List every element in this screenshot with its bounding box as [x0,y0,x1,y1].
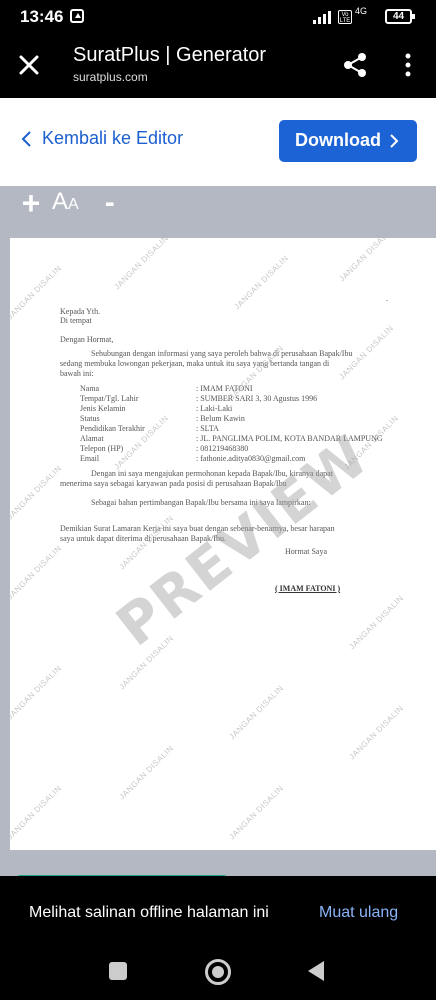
notification-icon [70,9,84,23]
offline-snackbar: Melihat salinan offline halaman ini Muat… [0,876,436,950]
watermark-tile: JANGAN DISALIN [10,663,64,722]
letter-preview: . Kepada Yth. Di tempat Dengan Hormat, S… [10,238,436,850]
letter-intro-2: sedang membuka lowongan pekerjaan, maka … [60,359,330,368]
zoom-in-button[interactable]: + [20,187,42,219]
letter-salutation: Dengan Hormat, [60,335,114,344]
font-size-small: A [68,195,79,213]
letter-place: Di tempat [60,316,92,325]
more-options-icon[interactable] [396,50,420,80]
share-icon[interactable] [340,50,370,80]
field-label: Telepon (HP) [80,444,124,453]
page-title: SuratPlus | Generator [73,44,267,66]
watermark-tile: JANGAN DISALIN [337,238,396,284]
watermark-tile: JANGAN DISALIN [117,743,176,802]
home-icon[interactable] [205,959,231,985]
field-label: Status [80,414,100,423]
watermark-tile: JANGAN DISALIN [10,543,64,602]
editor-toolbar: Kembali ke Editor Download [0,98,436,186]
battery-icon: 44 [385,9,415,24]
signal-icon [313,10,335,24]
back-to-editor-label: Kembali ke Editor [42,128,184,148]
app-bar: SuratPlus | Generator suratplus.com [0,34,436,98]
back-to-editor-link[interactable]: Kembali ke Editor [20,128,183,149]
field-label: Pendidikan Terakhir [80,424,145,433]
field-value: : Belum Kawin [196,414,245,423]
field-label: Tempat/Tgl. Lahir [80,394,139,403]
status-bar: 13:46 Vo LTE 4G 44 [0,0,436,34]
field-value: : 081219468380 [196,444,249,453]
zoom-controls: + AA - [20,186,115,220]
field-value: : SUMBER SARI 3, 30 Agustus 1996 [196,394,318,403]
reload-button[interactable]: Muat ulang [319,904,398,922]
watermark-tile: JANGAN DISALIN [10,783,64,842]
page-url: suratplus.com [73,70,148,84]
letter-signature: ( IMAM FATONI ) [275,584,341,593]
close-icon[interactable] [14,50,44,80]
watermark-tile: JANGAN DISALIN [10,263,64,322]
field-value: : Laki-Laki [196,404,233,413]
page-dot: . [386,294,388,303]
zoom-out-button[interactable]: - [105,188,115,218]
system-nav-bar [0,950,436,1000]
field-label: Jenis Kelamin [80,404,126,413]
letter-intro-1: Sehubungan dengan informasi yang saya pe… [91,349,353,358]
snackbar-message: Melihat salinan offline halaman ini [29,904,269,921]
download-button[interactable]: Download [279,120,417,162]
recents-icon[interactable] [109,962,127,980]
chevron-left-icon [21,130,31,147]
watermark-tile: JANGAN DISALIN [227,783,286,842]
back-icon[interactable] [308,961,324,981]
field-label: Email [80,454,100,463]
field-label: Alamat [80,434,104,443]
signal-icon-2 [355,10,377,24]
status-time: 13:46 [20,7,64,26]
watermark-tile: JANGAN DISALIN [112,413,171,472]
field-label: Nama [80,384,100,393]
watermark-tile: JANGAN DISALIN [227,683,286,742]
field-value: : SLTA [196,424,219,433]
field-value: : fathonie.aditya0830@gmail.com [196,454,306,463]
letter-intro-3: bawah ini: [60,369,94,378]
letter-recipient: Kepada Yth. [60,307,101,316]
letter-apply-2: menerima saya sebagai karyawan pada posi… [60,479,287,488]
watermark-tile: JANGAN DISALIN [232,253,291,312]
font-size-big: A [52,187,69,215]
watermark-tile: JANGAN DISALIN [10,463,64,522]
font-size-button[interactable]: AA [52,187,79,220]
volte-icon: Vo LTE [338,10,352,24]
preview-area: + AA - . Kepada Yth. Di tempat Dengan Ho… [0,186,436,876]
letter-regards: Hormat Saya [285,547,327,556]
download-label: Download [295,130,381,150]
watermark-tile: JANGAN DISALIN [347,703,406,762]
chevron-right-icon [390,134,399,148]
watermark-tile: JANGAN DISALIN [112,238,171,292]
watermark-tile: JANGAN DISALIN [347,593,406,652]
